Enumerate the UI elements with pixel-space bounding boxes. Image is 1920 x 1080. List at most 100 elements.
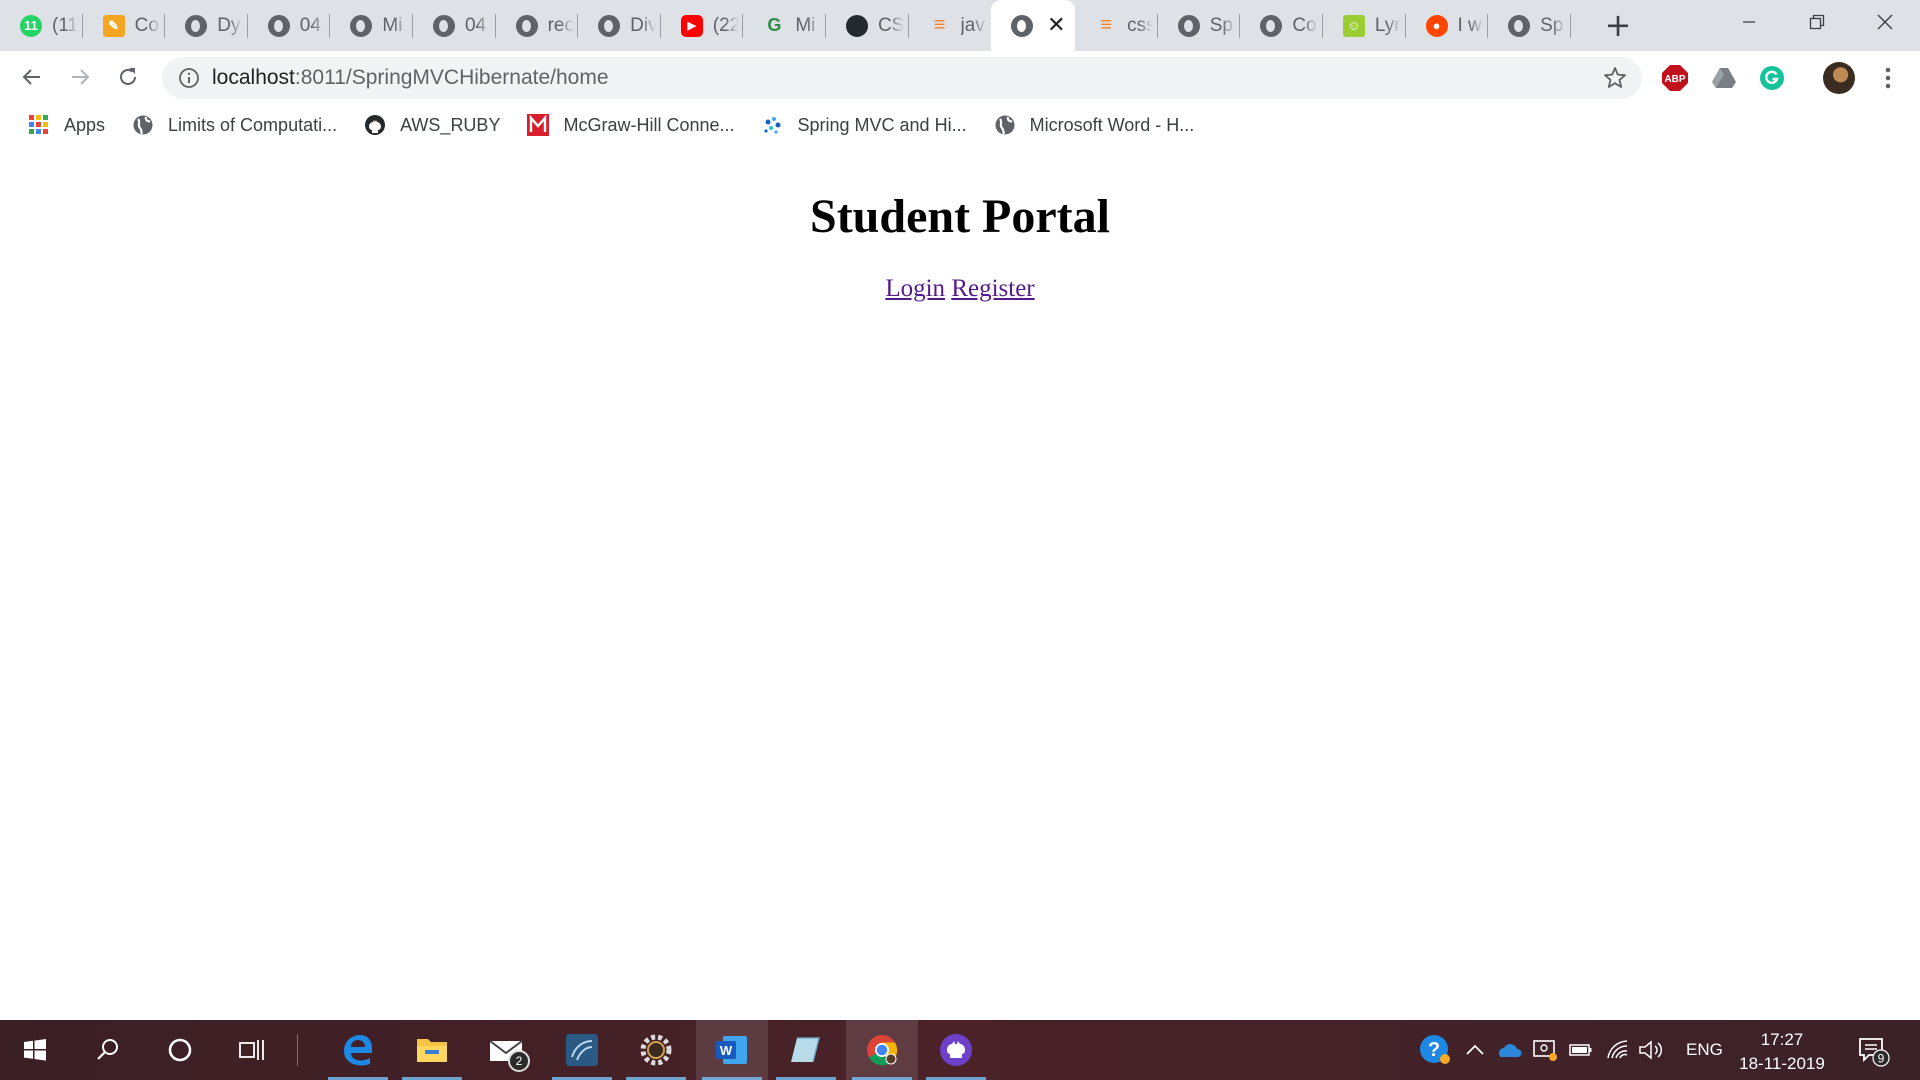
adblock-plus-button[interactable]: ABP (1660, 63, 1690, 93)
bookmark-star-icon[interactable] (1602, 65, 1628, 91)
geeksforgeeks-icon: G (767, 15, 782, 35)
browser-tab[interactable]: Mi (330, 0, 413, 51)
url-path: :8011/SpringMVCHibernate/home (294, 66, 609, 89)
pencil-icon: ✎ (102, 14, 125, 37)
close-tab-icon[interactable]: ✕ (1047, 14, 1065, 37)
info-icon[interactable] (178, 67, 200, 89)
wifi-tray-icon[interactable] (1604, 1037, 1630, 1063)
search-button[interactable] (72, 1020, 144, 1080)
kebab-menu-icon[interactable] (1876, 63, 1900, 93)
device-tray-icon[interactable] (1532, 1037, 1558, 1063)
google-drive-button[interactable] (1709, 63, 1739, 93)
reload-button[interactable] (110, 59, 146, 95)
bookmark-item[interactable]: Spring MVC and Hi... (754, 109, 975, 141)
clock[interactable]: 17:27 18-11-2019 (1736, 1028, 1828, 1076)
action-center-button[interactable]: 9 (1856, 1033, 1890, 1067)
browser-tab[interactable]: ● I w (1406, 0, 1489, 51)
tab-title: 04 (464, 14, 487, 36)
browser-tab[interactable]: Sp (1488, 0, 1571, 51)
browser-tab[interactable]: ≡ jav (909, 0, 992, 51)
browser-tab[interactable]: 04 (413, 0, 496, 51)
browser-tab[interactable]: 04 (248, 0, 331, 51)
grammarly-icon (1760, 66, 1784, 90)
gear-ide-icon (640, 1034, 672, 1066)
input-language[interactable]: ENG (1686, 1020, 1723, 1080)
bookmark-item[interactable]: Limits of Computati... (124, 109, 345, 141)
browser-tab[interactable]: ✕ (991, 0, 1076, 51)
page-title: Student Portal (810, 190, 1110, 243)
chrome-icon (867, 1035, 898, 1066)
browser-tab[interactable]: rec (496, 0, 579, 51)
bookmark-item[interactable]: AWS_RUBY (356, 109, 508, 141)
browser-tab[interactable]: Div (578, 0, 661, 51)
grammarly-button[interactable] (1757, 63, 1787, 93)
tab-title: css (1127, 14, 1154, 36)
globe-icon (267, 14, 290, 37)
reload-icon (120, 68, 136, 85)
browser-tab[interactable]: ▶ (22 (661, 0, 744, 51)
browser-tab[interactable]: 11 (11 (0, 0, 83, 51)
address-bar[interactable]: localhost:8011/SpringMVCHibernate/home (162, 57, 1642, 99)
github-icon (364, 114, 386, 136)
browser-tab[interactable]: ≡ css (1075, 0, 1158, 51)
restore-button[interactable] (1786, 0, 1848, 44)
taskbar-eclipse-ide[interactable] (620, 1020, 692, 1080)
volume-tray-icon[interactable] (1638, 1037, 1664, 1063)
forward-button[interactable] (62, 59, 98, 95)
browser-tab[interactable]: CS (826, 0, 909, 51)
taskbar-chrome[interactable] (846, 1020, 918, 1080)
page-content: Student Portal Login Register (0, 145, 1920, 1020)
bookmark-item[interactable]: Apps (20, 109, 113, 141)
back-button[interactable] (14, 59, 50, 95)
tab-title: (11 (52, 14, 78, 36)
browser-tab[interactable]: Dy (165, 0, 248, 51)
globe-icon (1177, 14, 1200, 37)
browser-tab[interactable]: ☺ Lyr (1323, 0, 1406, 51)
show-hidden-icons-button[interactable] (1462, 1037, 1488, 1063)
tab-title: Sp (1209, 14, 1233, 36)
notification-count: 9 (1878, 1052, 1885, 1066)
taskbar-edge[interactable] (322, 1020, 394, 1080)
chevron-up-icon (1466, 1044, 1484, 1055)
cortana-button[interactable] (144, 1020, 216, 1080)
close-window-button[interactable] (1854, 0, 1916, 44)
browser-tab[interactable]: G Mi (743, 0, 826, 51)
login-link[interactable]: Login (885, 275, 945, 302)
profile-avatar[interactable] (1823, 62, 1855, 94)
globe-icon (132, 114, 154, 136)
task-view-button[interactable] (216, 1020, 288, 1080)
register-link[interactable]: Register (951, 275, 1034, 302)
taskbar-notes-app[interactable] (770, 1020, 842, 1080)
taskbar-mysql-workbench[interactable] (546, 1020, 618, 1080)
auth-links: Login Register (0, 275, 1920, 303)
taskbar-mail[interactable]: 2 (470, 1020, 542, 1080)
folder-icon (417, 1039, 447, 1062)
help-tray-button[interactable]: ? (1418, 1033, 1452, 1067)
battery-tray-icon[interactable] (1568, 1037, 1594, 1063)
close-icon (1877, 14, 1893, 30)
bookmark-item[interactable]: Microsoft Word - H... (986, 109, 1203, 141)
svg-text:W: W (720, 1043, 733, 1058)
url-text[interactable]: localhost:8011/SpringMVCHibernate/home (212, 66, 609, 90)
taskbar-word[interactable]: W (696, 1020, 768, 1080)
monitor-update-icon (1533, 1040, 1557, 1061)
bookmark-item[interactable]: McGraw-Hill Conne... (519, 109, 742, 141)
github-icon (845, 14, 868, 37)
notepad-icon (791, 1037, 820, 1063)
onedrive-tray-icon[interactable] (1496, 1037, 1522, 1063)
tab-title: (22 (712, 14, 739, 36)
browser-tab[interactable]: ✎ Co (83, 0, 166, 51)
restore-icon (1809, 14, 1825, 30)
new-tab-button[interactable]: + (1600, 8, 1636, 44)
tab-title: Sp (1540, 14, 1564, 36)
tab-separator (1569, 14, 1571, 38)
minimize-button[interactable] (1718, 0, 1780, 44)
github-desktop-icon (940, 1034, 972, 1066)
taskbar-github-desktop[interactable] (920, 1020, 992, 1080)
browser-tab[interactable]: Co (1240, 0, 1323, 51)
globe-icon (185, 14, 208, 37)
taskbar-file-explorer[interactable] (396, 1020, 468, 1080)
start-button[interactable] (0, 1020, 70, 1080)
mysql-workbench-icon (566, 1034, 598, 1066)
browser-tab[interactable]: Sp (1158, 0, 1241, 51)
